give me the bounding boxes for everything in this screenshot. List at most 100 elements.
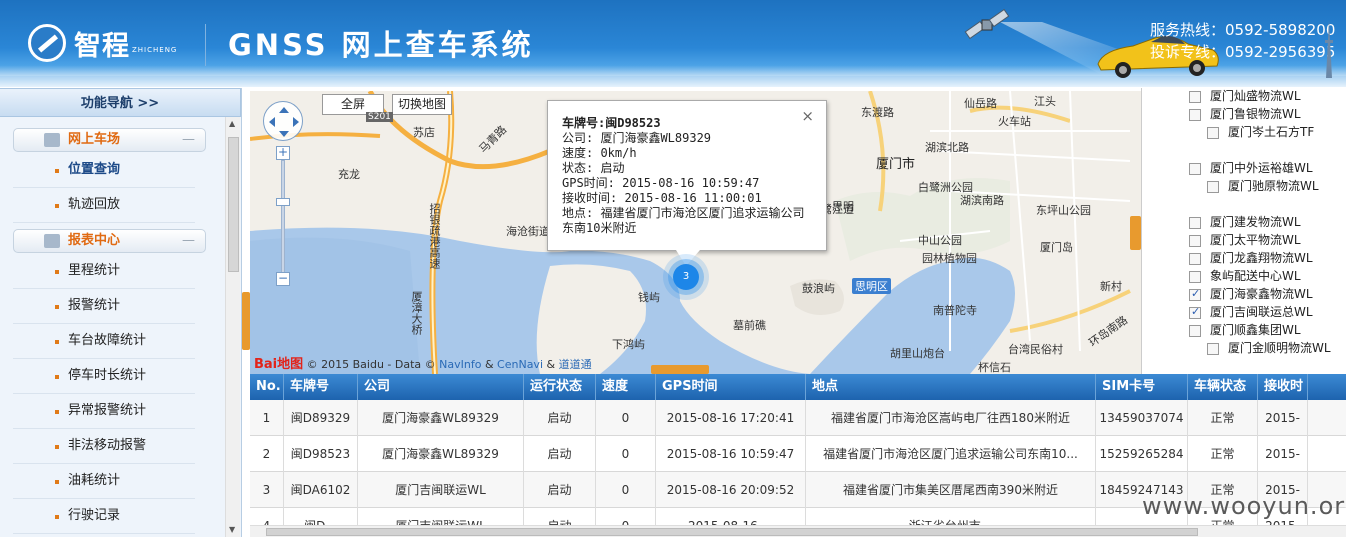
map-label: 充龙 bbox=[338, 168, 360, 181]
sidebar-item-parking-duration[interactable]: 停车时长统计 bbox=[13, 359, 195, 394]
table-row[interactable]: 2 闽D98523 厦门海豪鑫WL89329 启动 0 2015-08-16 10:59:… bbox=[250, 436, 1346, 472]
table-panel-toggle[interactable] bbox=[651, 365, 709, 374]
sidebar-title[interactable]: 功能导航 >> bbox=[0, 88, 241, 117]
company-checkbox[interactable] bbox=[1207, 127, 1219, 139]
map-label: 胡里山炮台 bbox=[890, 347, 945, 360]
popup-speed: 速度: 0km/h bbox=[562, 146, 637, 160]
close-icon[interactable]: × bbox=[801, 109, 814, 124]
map-label: 杯信石 bbox=[978, 361, 1011, 374]
map-label: 东渡路 bbox=[861, 106, 894, 119]
company-checkbox[interactable] bbox=[1189, 91, 1201, 103]
company-label[interactable]: 厦门中外运裕雄WL bbox=[1210, 160, 1313, 177]
company-checkbox[interactable] bbox=[1189, 163, 1201, 175]
sidebar-item-illegal-move[interactable]: 非法移动报警 bbox=[13, 429, 195, 464]
sidebar-item-device-fault[interactable]: 车台故障统计 bbox=[13, 324, 195, 359]
popup-company: 公司: 厦门海豪鑫WL89329 bbox=[562, 131, 712, 145]
vehicle-cluster-marker[interactable]: 3 bbox=[673, 264, 699, 290]
map-zoom-control[interactable]: + − bbox=[276, 146, 290, 296]
company-label[interactable]: 厦门灿盛物流WL bbox=[1210, 88, 1301, 105]
company-label[interactable]: 厦门太平物流WL bbox=[1210, 232, 1301, 249]
column-header[interactable]: 车牌号 bbox=[284, 374, 358, 400]
company-label[interactable]: 厦门金顺明物流WL bbox=[1228, 340, 1344, 357]
popup-plate: 车牌号:闽D98523 bbox=[562, 116, 661, 130]
column-header[interactable]: 公司 bbox=[358, 374, 524, 400]
company-label[interactable]: 厦门鲁银物流WL bbox=[1210, 106, 1301, 123]
tower-icon bbox=[1325, 20, 1333, 78]
company-label[interactable]: 厦门顺鑫集团WL bbox=[1210, 322, 1301, 339]
popup-recv-time: 接收时间: 2015-08-16 11:00:01 bbox=[562, 191, 762, 205]
sidebar-item-driving-record[interactable]: 行驶记录 bbox=[13, 499, 195, 534]
sidebar-item-track-playback[interactable]: 轨迹回放 bbox=[13, 188, 195, 223]
table-cell: 0 bbox=[596, 472, 656, 508]
company-label[interactable]: 象屿配送中心WL bbox=[1210, 268, 1301, 285]
column-header[interactable]: GPS时间 bbox=[656, 374, 806, 400]
sidebar-scrollbar[interactable]: ▲ ▼ bbox=[225, 117, 240, 537]
switch-map-button[interactable]: 切换地图 bbox=[392, 94, 452, 115]
company-checkbox[interactable] bbox=[1207, 343, 1219, 355]
column-header[interactable]: 接收时 bbox=[1258, 374, 1308, 400]
column-header[interactable]: 车辆状态 bbox=[1188, 374, 1258, 400]
company-checkbox[interactable] bbox=[1189, 305, 1201, 319]
company-label[interactable]: 厦门驰原物流WL bbox=[1228, 178, 1344, 195]
company-label[interactable]: 厦门吉闽联运总WL bbox=[1210, 304, 1313, 321]
table-cell: 福建省厦门市海沧区厦门追求运输公司东南10... bbox=[806, 436, 1096, 472]
scrollbar-thumb[interactable] bbox=[266, 528, 1198, 536]
map-label: 中山公园 bbox=[918, 234, 962, 247]
attribution-link[interactable]: NavInfo bbox=[439, 358, 481, 371]
table-cell: 福建省厦门市海沧区嵩屿电厂往西180米附近 bbox=[806, 400, 1096, 436]
table-cell: 1 bbox=[250, 400, 284, 436]
zoom-slider-thumb[interactable] bbox=[276, 198, 290, 206]
sidebar-toggle-handle[interactable] bbox=[242, 292, 250, 350]
company-label[interactable]: 厦门岑土石方TF bbox=[1228, 124, 1344, 141]
company-label[interactable]: 厦门海豪鑫物流WL bbox=[1210, 286, 1313, 303]
collapse-icon[interactable]: — bbox=[182, 230, 195, 252]
company-checkbox[interactable] bbox=[1189, 325, 1201, 337]
column-header[interactable]: SIM卡号 bbox=[1096, 374, 1188, 400]
attribution-link[interactable]: 道道通 bbox=[559, 358, 592, 371]
sidebar-group-online-yard[interactable]: 网上车场 — bbox=[13, 128, 206, 152]
complaint-line: 投诉专线：0592-2956395 bbox=[1150, 43, 1336, 61]
company-panel-toggle[interactable] bbox=[1130, 216, 1141, 250]
map-label: 钱屿 bbox=[638, 291, 660, 304]
map-label: 火车站 bbox=[998, 115, 1031, 128]
company-checkbox[interactable] bbox=[1189, 217, 1201, 229]
district-label: 思明区 bbox=[852, 278, 891, 294]
company-checkbox[interactable] bbox=[1189, 253, 1201, 265]
scroll-down-icon[interactable]: ▼ bbox=[229, 525, 235, 534]
zoom-slider[interactable] bbox=[281, 160, 285, 282]
group-label: 网上车场 bbox=[68, 132, 121, 147]
sidebar-item-fuel[interactable]: 油耗统计 bbox=[13, 464, 195, 499]
logo-subtext: ZHICHENG bbox=[132, 46, 178, 54]
sidebar-item-abnormal-alarm[interactable]: 异常报警统计 bbox=[13, 394, 195, 429]
map-label: 湖滨北路 bbox=[925, 141, 969, 154]
map-pan-control[interactable] bbox=[263, 101, 303, 141]
column-header[interactable]: 速度 bbox=[596, 374, 656, 400]
scrollbar-thumb[interactable] bbox=[228, 137, 239, 272]
column-header[interactable]: No. bbox=[250, 374, 284, 400]
company-label[interactable]: 厦门建发物流WL bbox=[1210, 214, 1301, 231]
company-checkbox[interactable] bbox=[1207, 181, 1219, 193]
company-checkbox[interactable] bbox=[1189, 235, 1201, 247]
company-checkbox[interactable] bbox=[1189, 287, 1201, 301]
sidebar-item-alarm-stats[interactable]: 报警统计 bbox=[13, 289, 195, 324]
zoom-out-button[interactable]: − bbox=[276, 272, 290, 286]
column-header[interactable]: 地点 bbox=[806, 374, 1096, 400]
attribution-link[interactable]: CenNavi bbox=[497, 358, 543, 371]
table-cell: 厦门海豪鑫WL89329 bbox=[358, 436, 524, 472]
sidebar-group-report-center[interactable]: 报表中心 — bbox=[13, 229, 206, 253]
scroll-up-icon[interactable]: ▲ bbox=[229, 119, 235, 128]
table-cell: 闽DA6102 bbox=[284, 472, 358, 508]
zoom-in-button[interactable]: + bbox=[276, 146, 290, 160]
table-cell: 3 bbox=[250, 472, 284, 508]
table-horizontal-scrollbar[interactable] bbox=[250, 525, 1346, 537]
sidebar-item-position-query[interactable]: 位置查询 bbox=[13, 153, 195, 188]
collapse-icon[interactable]: — bbox=[182, 129, 195, 151]
table-row[interactable]: 1 闽D89329 厦门海豪鑫WL89329 启动 0 2015-08-16 17:20:… bbox=[250, 400, 1346, 436]
header-divider bbox=[205, 24, 206, 66]
column-header[interactable]: 运行状态 bbox=[524, 374, 596, 400]
company-checkbox[interactable] bbox=[1189, 109, 1201, 121]
company-label[interactable]: 厦门龙鑫翔物流WL bbox=[1210, 250, 1313, 267]
sidebar-item-mileage[interactable]: 里程统计 bbox=[13, 254, 195, 289]
system-title: GNSS 网上查车系统 bbox=[228, 28, 534, 62]
company-checkbox[interactable] bbox=[1189, 271, 1201, 283]
